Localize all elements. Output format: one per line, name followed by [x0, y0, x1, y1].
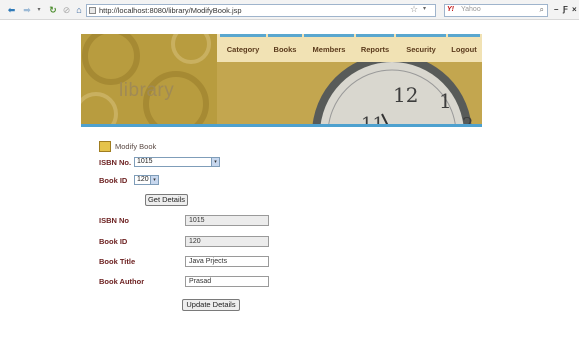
menu-item-security[interactable]: Security	[396, 34, 446, 62]
logo-panel: library	[81, 34, 217, 127]
minimize-icon[interactable]: –	[554, 5, 558, 14]
address-dropdown-icon[interactable]: ▾	[423, 5, 426, 12]
stop-icon[interactable]: ⊘	[62, 5, 71, 15]
search-icon[interactable]: ⌕	[540, 5, 544, 15]
clock-numeral-1: 1	[439, 89, 452, 113]
browser-toolbar: ⬅ ➡ ▾ ↻ ⊘ ⌂ http://localhost:8080/librar…	[0, 0, 579, 20]
restore-icon[interactable]: Ƒ	[563, 5, 568, 14]
page-title: Modify Book	[99, 141, 156, 152]
update-details-button[interactable]: Update Details	[182, 299, 240, 311]
main-menu: Category Books Members Reports Security …	[217, 34, 482, 62]
address-bar[interactable]: http://localhost:8080/library/ModifyBook…	[86, 4, 436, 17]
book-title-field[interactable]: Java Prjects	[185, 256, 269, 267]
back-arrow-icon[interactable]: ⬅	[6, 5, 17, 15]
site-logo: library	[119, 80, 175, 101]
chevron-down-icon[interactable]: ▾	[150, 176, 158, 184]
address-url: http://localhost:8080/library/ModifyBook…	[99, 6, 242, 15]
search-input[interactable]: Y! Yahoo ⌕	[444, 4, 548, 17]
clock-illustration: 12 1 11 2	[312, 62, 473, 127]
page-title-text: Modify Book	[115, 142, 157, 151]
bookid-label: Book ID	[99, 237, 128, 246]
bookmark-star-icon[interactable]: ☆	[410, 5, 418, 14]
menu-item-category[interactable]: Category	[220, 34, 266, 62]
book-author-field[interactable]: Prasad	[185, 276, 269, 287]
book-author-label: Book Author	[99, 277, 145, 286]
isbn-label: ISBN No	[99, 216, 129, 225]
menu-item-books[interactable]: Books	[268, 34, 302, 62]
site-header: library Category Books Members Reports S…	[81, 34, 482, 127]
menu-item-reports[interactable]: Reports	[356, 34, 394, 62]
isbn-field[interactable]: 1015	[185, 215, 269, 226]
book-icon	[99, 141, 111, 152]
search-engine-icon[interactable]: Y!	[447, 6, 454, 13]
chevron-down-icon[interactable]: ▾	[211, 158, 219, 166]
book-title-label: Book Title	[99, 257, 136, 266]
bookid-select-value: 120	[137, 176, 149, 183]
forward-arrow-icon[interactable]: ➡	[22, 5, 32, 15]
menu-item-logout[interactable]: Logout	[448, 34, 480, 62]
header-divider	[81, 124, 482, 127]
history-dropdown-icon[interactable]: ▾	[36, 5, 42, 15]
clock-numeral-12: 12	[393, 83, 418, 107]
bookid-select[interactable]: 120 ▾	[134, 175, 159, 185]
bookid-field[interactable]: 120	[185, 236, 269, 247]
clock-image: 12 1 11 2	[217, 62, 482, 127]
get-details-button[interactable]: Get Details	[145, 194, 188, 206]
menu-item-members[interactable]: Members	[304, 34, 354, 62]
reload-icon[interactable]: ↻	[48, 5, 58, 15]
page-favicon-icon	[89, 7, 96, 14]
bookid-select-label: Book ID	[99, 176, 128, 185]
home-icon[interactable]: ⌂	[74, 5, 84, 15]
close-icon[interactable]: ×	[572, 5, 577, 14]
search-placeholder: Yahoo	[461, 6, 481, 13]
isbn-select-label: ISBN No.	[99, 158, 132, 167]
isbn-select-value: 1015	[137, 158, 153, 165]
isbn-select[interactable]: 1015 ▾	[134, 157, 220, 167]
